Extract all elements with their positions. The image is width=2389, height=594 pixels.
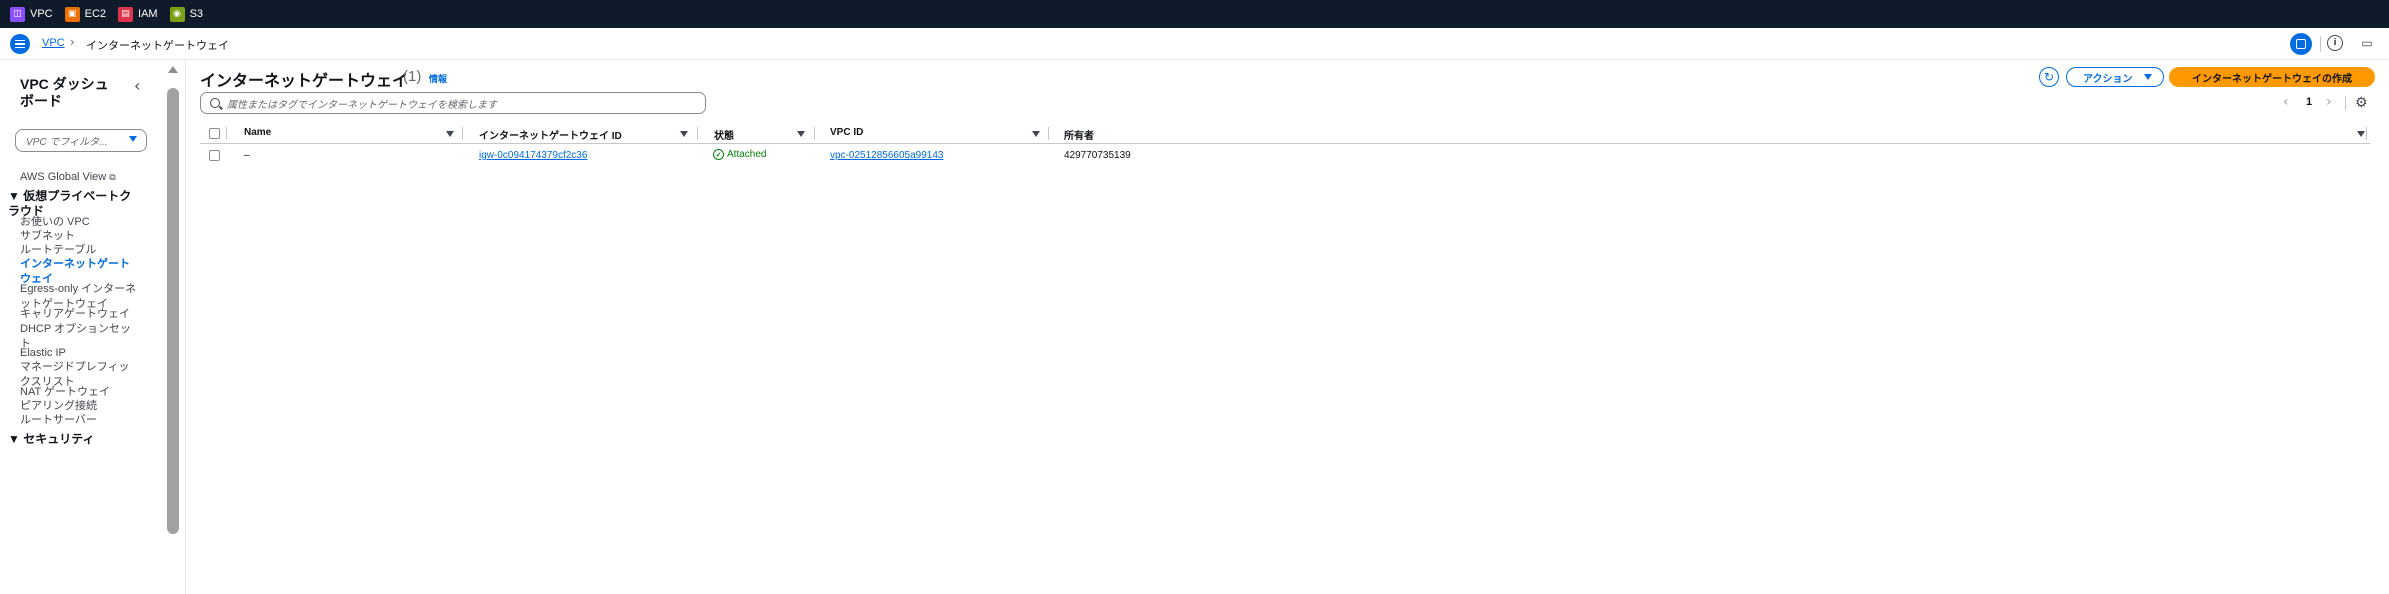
cell-name: – (244, 150, 250, 161)
sort-caret-icon[interactable] (797, 131, 805, 137)
scroll-up-arrow[interactable] (168, 66, 178, 73)
sidebar-item-route-servers[interactable]: ルートサーバー (20, 413, 97, 428)
breadcrumb-current: インターネットゲートウェイ (86, 40, 229, 52)
page-number[interactable]: 1 (2306, 96, 2312, 108)
sidebar-item-route-tables[interactable]: ルートテーブル (20, 243, 96, 258)
sidebar: VPC ダッシュボード ‹ VPC でフィルタ... AWS Global Vi… (0, 60, 186, 594)
sort-caret-icon[interactable] (680, 131, 688, 137)
info-link[interactable]: 情報 (429, 72, 447, 85)
sort-caret-icon[interactable] (2357, 131, 2365, 137)
ec2-icon: ▣ (64, 6, 80, 22)
item-count: (1) (403, 68, 422, 85)
column-header-name[interactable]: Name (244, 127, 271, 138)
actions-label: アクション (2083, 73, 2133, 85)
notifications-panel-icon[interactable] (2290, 33, 2312, 55)
sidebar-item-subnets[interactable]: サブネット (20, 229, 75, 244)
service-shortcut-iam[interactable]: ▤ IAM (118, 0, 158, 28)
sidebar-item-peering[interactable]: ピアリング接続 (20, 399, 97, 414)
vpc-filter-placeholder: VPC でフィルタ... (26, 137, 108, 148)
column-divider (2366, 127, 2367, 140)
refresh-icon: ↻ (2043, 70, 2055, 84)
breadcrumb-vpc-link[interactable]: VPC (42, 37, 65, 49)
s3-icon: ◉ (169, 6, 185, 22)
column-divider (462, 127, 463, 140)
sidebar-item-nat-gateways[interactable]: NAT ゲートウェイ (20, 385, 110, 400)
chevron-right-icon: › (70, 35, 75, 49)
column-divider (697, 127, 698, 140)
cell-owner: 429770735139 (1064, 150, 1131, 161)
sidebar-title[interactable]: VPC ダッシュボード (20, 76, 120, 110)
page-title: インターネットゲートウェイ (200, 73, 409, 90)
sidebar-section-security[interactable]: ▼ セキュリティ (8, 432, 138, 447)
service-shortcut-ec2[interactable]: ▣ EC2 (64, 0, 107, 28)
select-all-checkbox[interactable] (209, 128, 220, 139)
create-internet-gateway-button[interactable]: インターネットゲートウェイの作成 (2169, 67, 2375, 87)
cell-state: ✓ Attached (713, 149, 766, 160)
sidebar-item-elastic-ip[interactable]: Elastic IP (20, 346, 66, 361)
table-row[interactable]: – igw-0c094174379cf2c36 ✓ Attached vpc-0… (200, 146, 2370, 166)
chevron-left-icon[interactable]: ‹ (134, 76, 140, 95)
chevron-right-icon[interactable]: › (2326, 94, 2332, 110)
cell-vpc-id-link[interactable]: vpc-02512856605a99143 (830, 150, 943, 161)
caret-down-icon (2144, 74, 2152, 80)
status-label: Attached (727, 149, 767, 160)
info-icon[interactable]: i (2327, 35, 2343, 51)
iam-icon: ▤ (118, 6, 134, 22)
chevron-left-icon[interactable]: ‹ (2283, 94, 2289, 110)
column-divider (1048, 127, 1049, 140)
column-header-state[interactable]: 状態 (714, 127, 734, 142)
caret-down-icon (129, 136, 137, 142)
refresh-button[interactable]: ↻ (2039, 67, 2059, 87)
service-label: IAM (138, 8, 158, 20)
external-link-icon: ⧉ (109, 172, 116, 182)
breadcrumb-bar: VPC › インターネットゲートウェイ i ▭ (0, 28, 2389, 60)
gear-icon[interactable]: ⚙ (2355, 95, 2368, 111)
column-header-igw-id[interactable]: インターネットゲートウェイ ID (479, 127, 622, 142)
row-checkbox[interactable] (209, 150, 220, 161)
search-icon (210, 98, 220, 108)
vpc-filter-select[interactable]: VPC でフィルタ... (15, 129, 147, 152)
service-label: S3 (189, 8, 204, 20)
vpc-icon: ◫ (10, 6, 25, 22)
sidebar-item-global-view[interactable]: AWS Global View ⧉ (20, 170, 116, 185)
sort-caret-icon[interactable] (446, 131, 454, 137)
sidebar-item-label: AWS Global View (20, 171, 107, 183)
sidebar-item-your-vpcs[interactable]: お使いの VPC (20, 215, 90, 230)
sidebar-item-carrier-gateways[interactable]: キャリアゲートウェイ (20, 307, 130, 322)
service-label: EC2 (84, 8, 107, 20)
sidebar-scrollbar[interactable] (167, 88, 179, 534)
service-label: VPC (30, 8, 53, 20)
menu-icon[interactable] (10, 34, 30, 54)
cloudshell-icon[interactable]: ▭ (2358, 35, 2376, 51)
check-circle-icon: ✓ (713, 149, 724, 160)
divider (2345, 96, 2346, 110)
table-header: Name インターネットゲートウェイ ID 状態 VPC ID 所有者 (200, 124, 2370, 144)
actions-dropdown[interactable]: アクション (2066, 67, 2164, 87)
column-divider (226, 127, 227, 140)
column-header-owner[interactable]: 所有者 (1064, 127, 1094, 142)
cell-igw-id-link[interactable]: igw-0c094174379cf2c36 (479, 150, 587, 161)
service-shortcut-vpc[interactable]: ◫ VPC (10, 0, 53, 28)
search-input[interactable]: 属性またはタグでインターネットゲートウェイを検索します (200, 92, 706, 114)
column-divider (814, 127, 815, 140)
service-shortcut-s3[interactable]: ◉ S3 (169, 0, 204, 28)
service-favorites-bar: ◫ VPC ▣ EC2 ▤ IAM ◉ S3 (0, 0, 2389, 28)
column-header-vpc-id[interactable]: VPC ID (830, 127, 863, 138)
search-placeholder: 属性またはタグでインターネットゲートウェイを検索します (227, 99, 497, 111)
sort-caret-icon[interactable] (1032, 131, 1040, 137)
divider (2320, 36, 2321, 52)
